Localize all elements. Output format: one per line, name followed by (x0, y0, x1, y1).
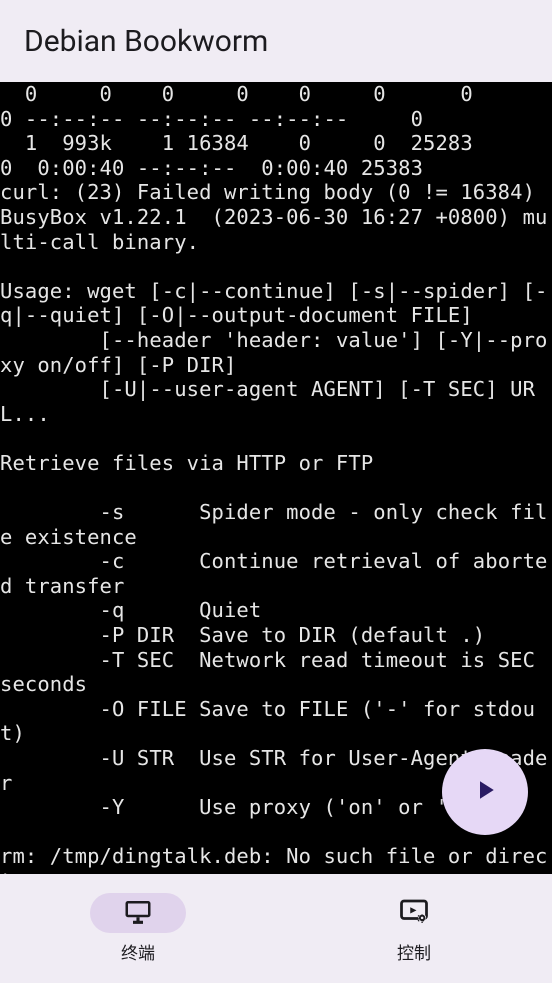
monitor-icon (123, 896, 153, 930)
nav-icon-pill (90, 893, 186, 933)
nav-item-terminal[interactable]: 终端 (0, 874, 276, 983)
run-button[interactable] (442, 749, 528, 835)
nav-label-terminal: 终端 (121, 939, 155, 964)
app-header: Debian Bookworm (0, 0, 552, 82)
nav-item-control[interactable]: 控制 (276, 874, 552, 983)
nav-label-control: 控制 (397, 939, 431, 964)
play-icon (470, 775, 500, 809)
bottom-nav: 终端 控制 (0, 874, 552, 983)
control-icon (399, 896, 429, 930)
nav-icon-pill (366, 893, 462, 933)
page-title: Debian Bookworm (24, 24, 268, 59)
